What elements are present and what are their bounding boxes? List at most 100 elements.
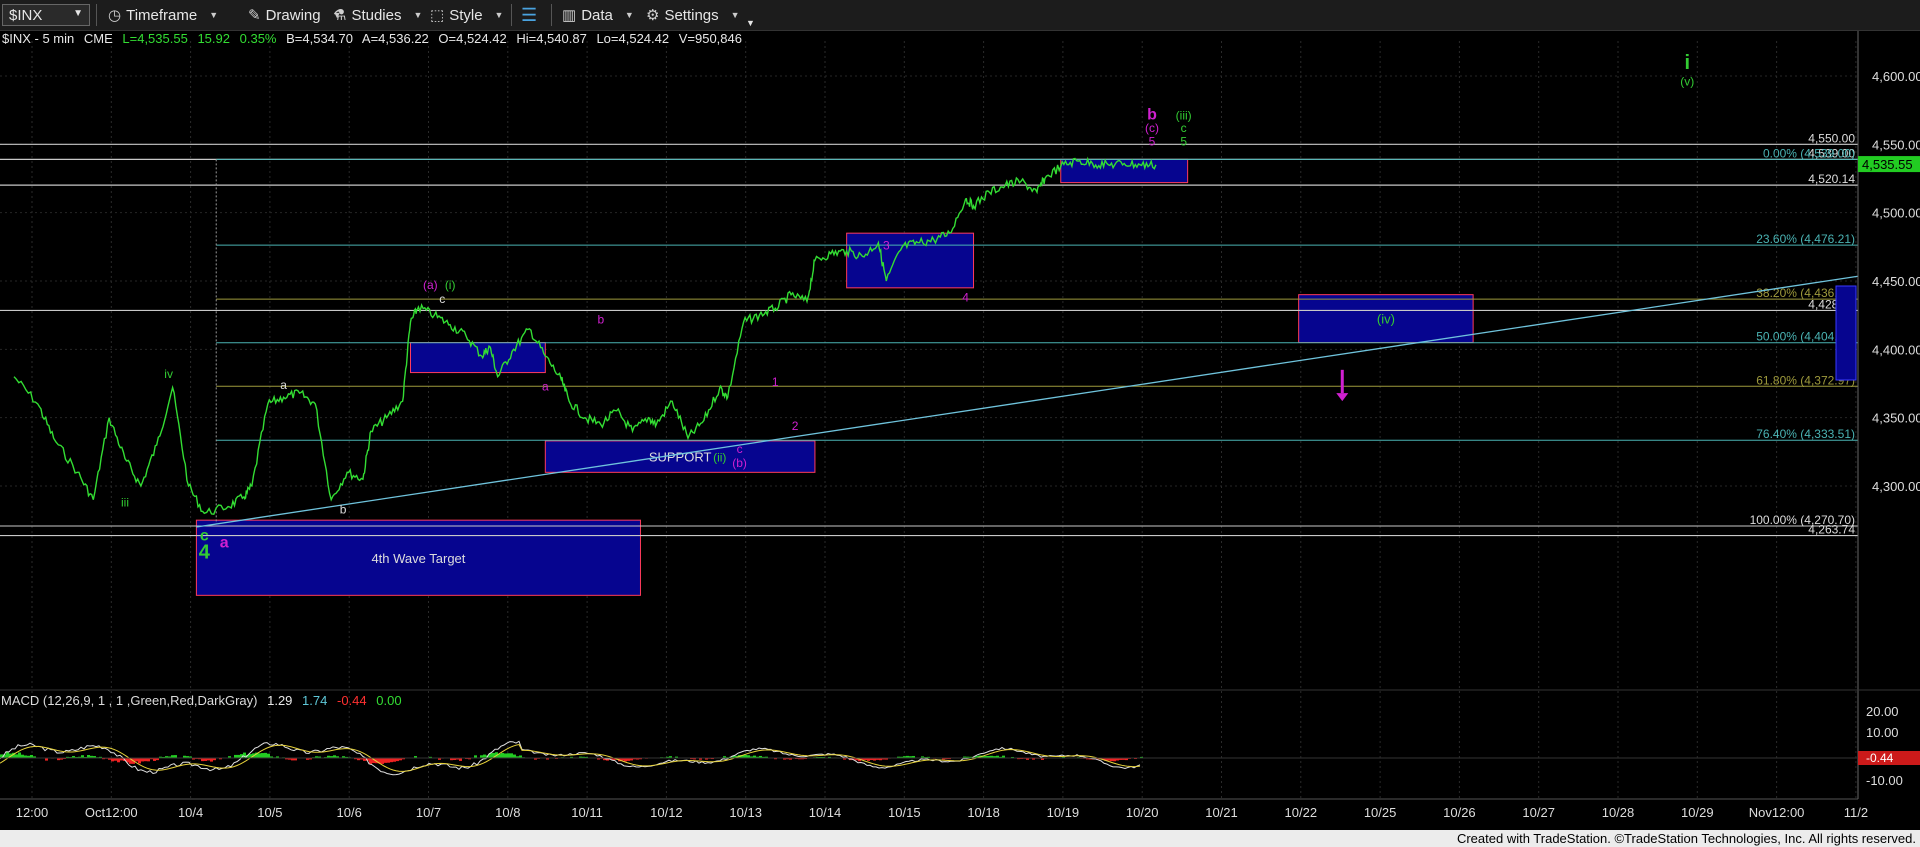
header-change: 15.92	[197, 31, 230, 46]
axis-zone-marker	[1835, 285, 1857, 381]
fib-level-label: 76.40% (4,333.51)	[1756, 427, 1855, 441]
layout-button[interactable]: ☰	[521, 4, 542, 26]
drawing-menu[interactable]: ✎ Drawing ▼	[248, 4, 342, 26]
macd-axis-label: -10.00	[1866, 773, 1903, 788]
wave-label: c	[1181, 121, 1187, 135]
wave-label: (ii)	[713, 450, 726, 464]
wave-label: b	[340, 502, 347, 516]
time-axis-label: 10/4	[178, 805, 203, 820]
settings-label: Settings	[664, 6, 719, 24]
macd-histogram-bar	[507, 753, 510, 758]
macd-histogram-bar	[138, 758, 141, 764]
toolbar-divider	[551, 4, 552, 26]
settings-menu[interactable]: ⚙ Settings ▼	[646, 4, 740, 26]
wave-label: c	[737, 442, 743, 456]
wave-label: iii	[121, 496, 129, 510]
chart-header: $INX - 5 min CME L=4,535.55 15.92 0.35% …	[2, 31, 742, 46]
data-menu[interactable]: ▥ Data ▼	[562, 4, 634, 26]
header-volume: V=950,846	[679, 31, 742, 46]
macd-histogram-bar	[390, 758, 393, 763]
chevron-down-icon: ▼	[73, 8, 83, 19]
macd-histogram-bar	[501, 752, 504, 758]
timeframe-label: Timeframe	[126, 6, 198, 24]
macd-histogram-bar	[267, 753, 270, 758]
wave-label: a	[280, 378, 287, 392]
macd-histogram-bar	[510, 753, 513, 758]
macd-histogram-bar	[111, 758, 114, 762]
timeframe-menu[interactable]: ◷ Timeframe ▼	[108, 4, 218, 26]
chart-background	[0, 31, 1920, 830]
macd-histogram-bar	[504, 753, 507, 758]
price-level-label: 4,550.00	[1808, 131, 1855, 145]
studies-icon: ⚗	[333, 7, 347, 24]
time-axis-label: 10/15	[888, 805, 921, 820]
time-axis-label: 10/26	[1443, 805, 1476, 820]
price-axis-label: 4,500.00	[1872, 206, 1920, 221]
gear-icon: ⚙	[646, 7, 660, 24]
toolbar-divider	[96, 4, 97, 26]
price-level-label: 4,520.14	[1808, 172, 1855, 186]
macd-label: MACD (12,26,9, 1 , 1 ,Green,Red,DarkGray…	[1, 693, 257, 708]
macd-value-4: 0.00	[376, 693, 401, 708]
pencil-icon: ✎	[248, 7, 261, 24]
wave-label: 5	[1180, 135, 1187, 149]
macd-histogram-bar	[369, 758, 372, 764]
macd-histogram-bar	[387, 758, 390, 763]
wave-label: (c)	[1145, 121, 1159, 135]
macd-histogram-bar	[381, 758, 384, 764]
fib-level-label: 100.00% (4,270.70)	[1750, 513, 1855, 527]
wave-label: 3	[883, 239, 890, 253]
wave-label: a	[542, 379, 549, 393]
macd-histogram-bar	[384, 758, 387, 763]
macd-value-1: 1.29	[267, 693, 292, 708]
toolbar-divider	[511, 4, 512, 26]
time-axis-label: 10/19	[1047, 805, 1080, 820]
macd-histogram-bar	[264, 752, 267, 758]
time-axis-label: 10/6	[337, 805, 362, 820]
fib-level-label: 0.00% (4,539.00)	[1763, 146, 1855, 160]
style-menu[interactable]: ⬚ Style ▼	[430, 4, 503, 26]
chevron-down-icon: ▼	[209, 10, 219, 20]
time-axis-label: 10/18	[967, 805, 1000, 820]
time-axis-label: 10/21	[1205, 805, 1238, 820]
macd-legend: MACD (12,26,9, 1 , 1 ,Green,Red,DarkGray…	[1, 693, 402, 708]
macd-histogram-bar	[483, 754, 486, 758]
header-open: O=4,524.42	[438, 31, 506, 46]
footer-text: Created with TradeStation. ©TradeStation…	[1456, 831, 1916, 846]
symbol-text: $INX	[9, 6, 43, 24]
price-axis-label: 4,600.00	[1872, 69, 1920, 84]
time-axis-label: 10/29	[1681, 805, 1714, 820]
chevron-down-icon: ▼	[413, 10, 423, 20]
macd-axis-label: 20.00	[1866, 704, 1899, 719]
wave-label: 4	[962, 291, 969, 305]
time-axis-label: 10/11	[571, 805, 603, 820]
time-axis-label: 10/14	[809, 805, 842, 820]
header-pct: 0.35%	[240, 31, 277, 46]
wave-label: 1	[772, 375, 779, 389]
chevron-down-icon: ▼	[624, 10, 634, 20]
time-axis-label: Oct12:00	[85, 805, 138, 820]
macd-histogram-bar	[624, 758, 627, 762]
wave-label: (a)	[423, 278, 438, 292]
wave-label: 4	[199, 541, 211, 563]
clock-icon: ◷	[108, 7, 122, 24]
style-icon: ⬚	[430, 7, 445, 24]
macd-value-2: 1.74	[302, 693, 327, 708]
price-chart[interactable]: $INX - 5 min CME L=4,535.55 15.92 0.35% …	[0, 31, 1920, 830]
last-price-tag-text: 4,535.55	[1862, 157, 1913, 172]
time-axis-label: 10/28	[1602, 805, 1635, 820]
time-axis-label: 10/8	[495, 805, 520, 820]
wave-label: (v)	[1680, 75, 1694, 89]
price-axis-label: 4,450.00	[1872, 274, 1920, 289]
symbol-input[interactable]: $INX ▼	[2, 4, 90, 26]
macd-value-tag-text: -0.44	[1866, 751, 1894, 765]
chevron-down-icon: ▼	[730, 10, 740, 20]
studies-menu[interactable]: ⚗ Studies ▼	[333, 4, 422, 26]
price-axis-label: 4,550.00	[1872, 137, 1920, 152]
macd-axis-label: 10.00	[1866, 725, 1899, 740]
time-axis-label: 10/12	[650, 805, 683, 820]
data-icon: ▥	[562, 7, 577, 24]
macd-histogram-bar	[117, 758, 120, 763]
wave-label: 2	[792, 419, 799, 433]
wave-label: (b)	[732, 456, 747, 470]
